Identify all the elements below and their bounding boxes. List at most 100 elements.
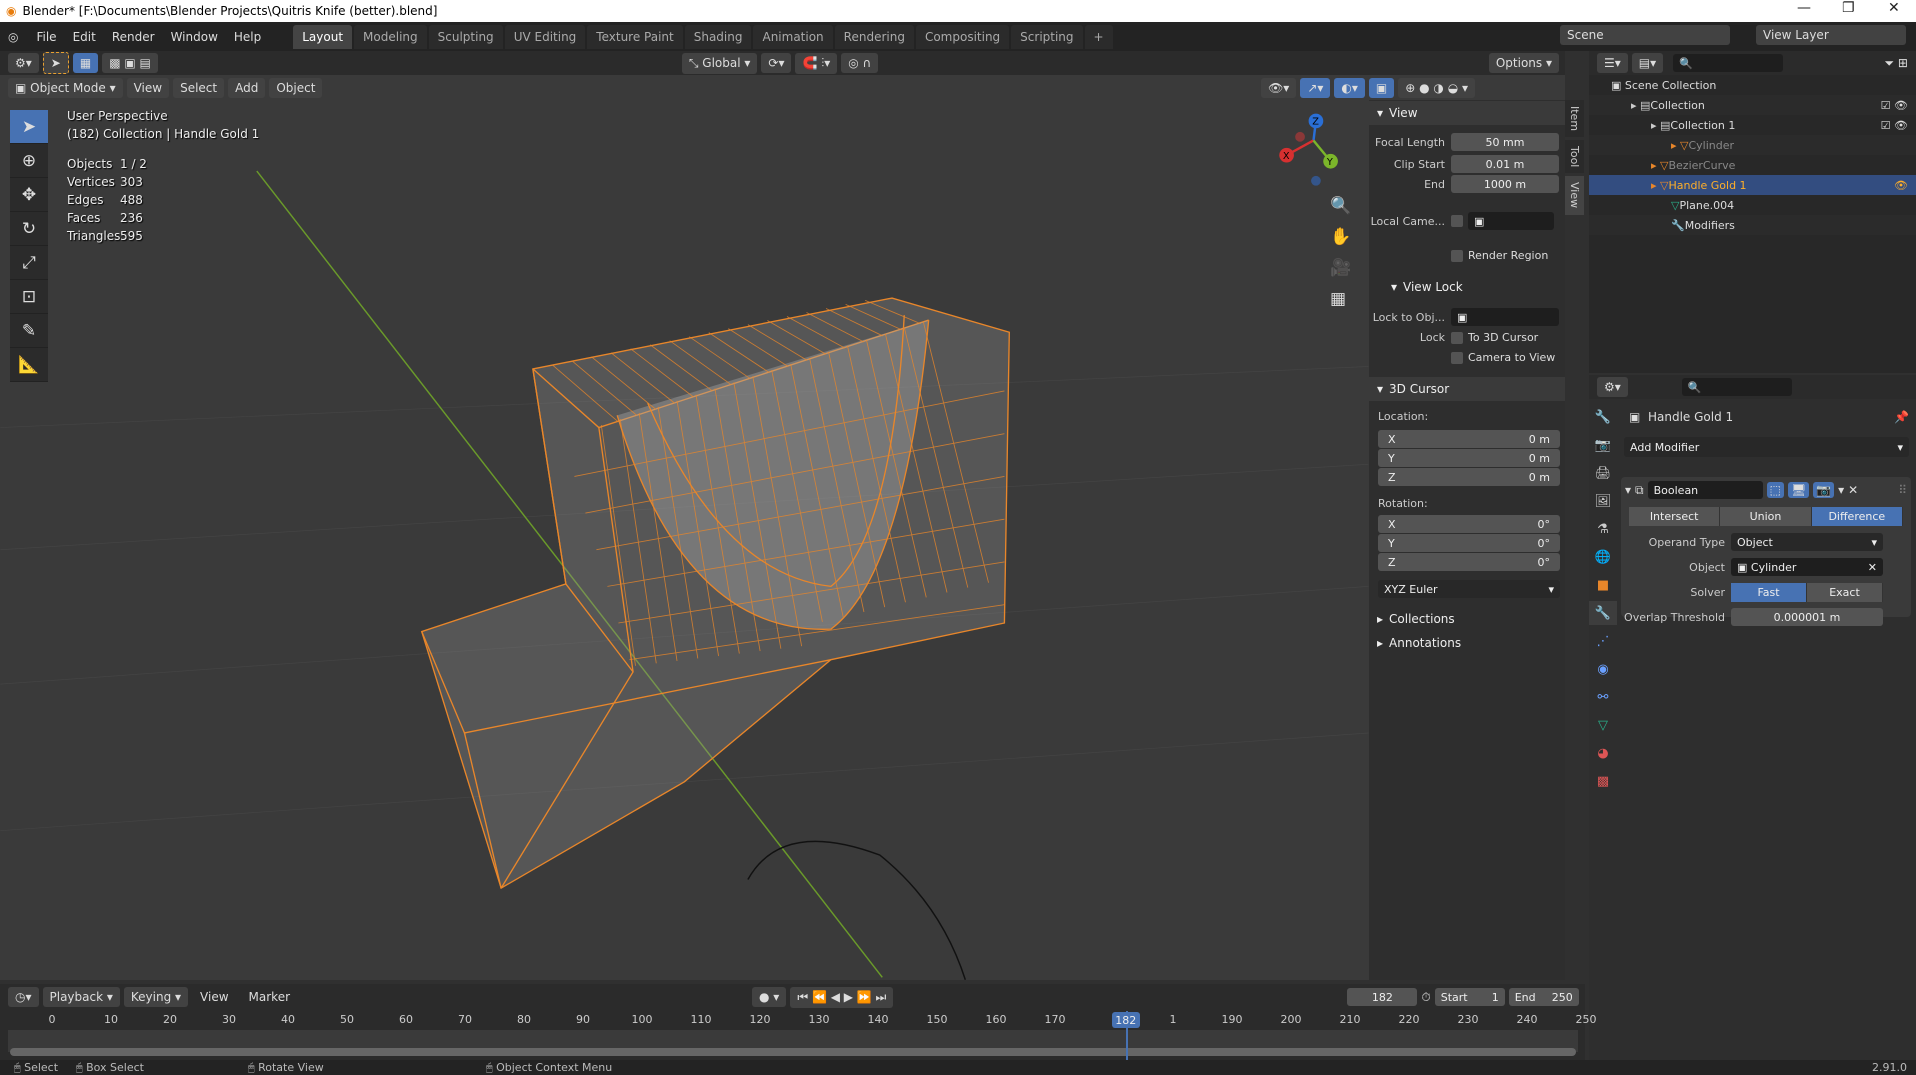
tab-texture-paint[interactable]: Texture Paint [587, 24, 683, 49]
blender-menu-icon[interactable]: ◎ [8, 30, 18, 44]
cursor-location-z[interactable]: Z0 m [1378, 468, 1560, 486]
visibility-dropdown[interactable]: 👁▾ [1261, 78, 1297, 98]
viewport-display-toggle[interactable]: 🖥 [1787, 482, 1810, 498]
boolean-object-field[interactable]: ▣ Cylinder ✕ [1731, 558, 1883, 576]
outliner-search-input[interactable]: 🔍 [1673, 54, 1784, 72]
outliner-item[interactable]: ▸ ▤ Collection ☑ 👁 [1589, 95, 1916, 115]
display-mode-dropdown[interactable]: ▤▾ [1631, 53, 1664, 73]
edit-mode-toggle[interactable]: ⬚ [1766, 482, 1784, 498]
menu-select[interactable]: Select [173, 78, 225, 98]
end-frame-field[interactable]: End 250 [1508, 988, 1579, 1006]
start-frame-field[interactable]: Start 1 [1434, 988, 1505, 1006]
ortho-grid-icon[interactable]: ▦ [1330, 284, 1351, 315]
camera-view-icon[interactable]: 🎥 [1330, 253, 1351, 284]
solver-exact[interactable]: Exact [1807, 583, 1883, 602]
frame-ruler[interactable]: 0 10 20 30 40 50 60 70 80 90 100 110 120 130 140 150 160… [0, 1011, 1597, 1029]
clip-end-field[interactable]: 1000 m [1451, 175, 1559, 193]
cursor-rotation-z[interactable]: Z 0° [1378, 553, 1560, 571]
preview-range-icon[interactable]: ⏱ [1421, 990, 1430, 1005]
move-tool[interactable]: ✥ [10, 178, 48, 212]
outliner-item[interactable]: 🔧 Modifiers [1589, 215, 1916, 235]
render-region-checkbox[interactable] [1451, 249, 1463, 262]
render-tab-icon[interactable]: 📷 [1589, 433, 1617, 457]
solver-fast[interactable]: Fast [1731, 583, 1807, 602]
clear-object-icon[interactable]: ✕ [1868, 561, 1877, 574]
timeline-scrollbar[interactable] [10, 1048, 1576, 1056]
cursor-rotation-y[interactable]: Y 0° [1378, 534, 1560, 552]
operation-union[interactable]: Union [1720, 507, 1812, 526]
menu-playback[interactable]: Playback ▾ [42, 987, 120, 1007]
annotations-section-header[interactable]: ▸ Annotations [1369, 631, 1565, 655]
navigation-gizmo[interactable]: Z X Y [1279, 113, 1338, 186]
render-toggle[interactable]: 📷 [1813, 482, 1835, 498]
modifier-menu-dropdown[interactable]: ▾ [1838, 483, 1844, 497]
menu-add[interactable]: Add [228, 78, 266, 98]
lock-to-object-field[interactable]: ▣ [1451, 308, 1559, 326]
operand-type-dropdown[interactable]: Object ▾ [1731, 533, 1883, 551]
camera-to-view-checkbox[interactable] [1451, 351, 1463, 364]
menu-file[interactable]: File [28, 30, 64, 44]
drag-handle-icon[interactable]: ⠿ [1898, 483, 1907, 497]
texture-tab-icon[interactable]: ▩ [1589, 769, 1617, 793]
outliner-item[interactable]: ▸ ▽ Handle Gold 1 👁 [1589, 175, 1916, 195]
outliner-editor-type[interactable]: ☰▾ [1597, 53, 1628, 73]
proportional-edit-toggle[interactable]: ◎ ∩ [841, 53, 879, 73]
rotation-mode-dropdown[interactable]: XYZ Euler ▾ [1378, 580, 1560, 598]
scale-tool[interactable]: ⤢ [10, 246, 48, 280]
add-workspace-button[interactable]: + [1084, 24, 1113, 49]
tab-rendering[interactable]: Rendering [834, 24, 914, 49]
restore-button[interactable]: ❐ [1842, 0, 1855, 16]
mode-dropdown[interactable]: ▣ Object Mode ▾ [8, 78, 123, 98]
view-section-header[interactable]: ▾ View [1369, 101, 1565, 125]
minimize-button[interactable]: — [1797, 0, 1811, 16]
pin-icon[interactable]: 📌 [1894, 410, 1909, 424]
cursor-location-y[interactable]: Y0 m [1378, 449, 1560, 467]
scene-tab-icon[interactable]: ⚗ [1589, 517, 1617, 541]
3d-cursor-section-header[interactable]: ▾ 3D Cursor [1369, 377, 1565, 401]
xray-toggle[interactable]: ▣ [1368, 78, 1395, 98]
view-layer-selector[interactable]: View Layer [1756, 25, 1906, 45]
tab-item[interactable]: Item [1565, 100, 1584, 138]
menu-keying[interactable]: Keying ▾ [123, 987, 189, 1007]
current-frame-field[interactable]: 182 [1347, 988, 1418, 1006]
view-lock-header[interactable]: ▾ View Lock [1369, 275, 1565, 299]
tab-shading[interactable]: Shading [684, 24, 752, 49]
measure-tool[interactable]: 📐 [10, 348, 48, 382]
cursor-rotation-x[interactable]: X 0° [1378, 515, 1560, 533]
collapse-arrow-icon[interactable]: ▾ [1625, 483, 1631, 497]
select-tool-button[interactable]: ➤ [42, 52, 69, 74]
modifier-tab-icon[interactable]: 🔧 [1589, 601, 1617, 625]
tab-compositing[interactable]: Compositing [915, 24, 1010, 49]
outliner-item[interactable]: ▸ ▤ Collection 1 ☑ 👁 [1589, 115, 1916, 135]
menu-edit[interactable]: Edit [65, 30, 104, 44]
timeline-editor-type[interactable]: ◷▾ [8, 987, 39, 1007]
pivot-point-dropdown[interactable]: ⟳▾ [761, 53, 792, 73]
rotate-tool[interactable]: ↻ [10, 212, 48, 246]
modifier-name-field[interactable]: Boolean [1647, 481, 1763, 499]
output-tab-icon[interactable]: 🖨 [1589, 461, 1617, 485]
transform-orientation-dropdown[interactable]: ⤡ Global ▾ [681, 52, 758, 74]
visibility-eye-icon[interactable]: 👁 [1894, 179, 1908, 192]
menu-view[interactable]: View [126, 78, 170, 98]
material-tab-icon[interactable]: ◕ [1589, 741, 1617, 765]
tool-tab-icon[interactable]: 🔧 [1589, 405, 1617, 429]
outliner-item[interactable]: ▸ ▽ Cylinder [1589, 135, 1916, 155]
local-camera-field[interactable]: ▣ [1468, 212, 1554, 230]
outliner-item[interactable]: ▸ ▽ BezierCurve [1589, 155, 1916, 175]
cursor-tool[interactable]: ⊕ [10, 144, 48, 178]
tab-tool[interactable]: Tool [1565, 140, 1584, 174]
physics-tab-icon[interactable]: ◉ [1589, 657, 1617, 681]
annotate-tool[interactable]: ✎ [10, 314, 48, 348]
visibility-eye-icon[interactable]: ☑ 👁 [1881, 99, 1908, 112]
tab-scripting[interactable]: Scripting [1011, 24, 1083, 49]
properties-editor-type[interactable]: ⚙▾ [1597, 377, 1628, 397]
view-layer-tab-icon[interactable]: 🖼 [1589, 489, 1617, 513]
tab-animation[interactable]: Animation [753, 24, 833, 49]
properties-search-input[interactable]: 🔍 [1681, 378, 1792, 396]
object-tab-icon[interactable]: ■ [1589, 573, 1617, 597]
tab-sculpting[interactable]: Sculpting [428, 24, 503, 49]
constraints-tab-icon[interactable]: ⚯ [1589, 685, 1617, 709]
snap-toggle[interactable]: 🧲 ⫶▾ [795, 52, 838, 74]
menu-help[interactable]: Help [226, 30, 269, 44]
tab-view[interactable]: View [1565, 176, 1584, 215]
